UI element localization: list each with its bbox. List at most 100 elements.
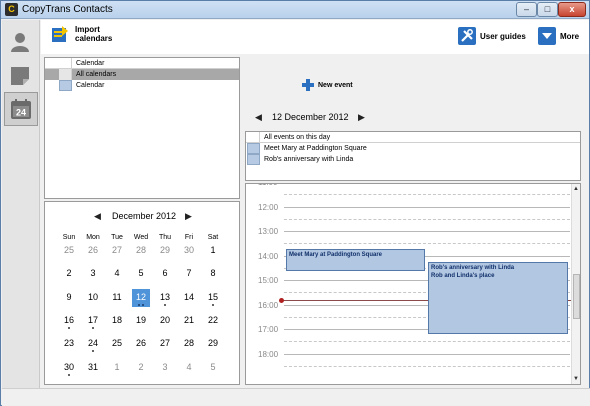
calendar-day[interactable]: 29: [156, 242, 174, 260]
calendar-row-all[interactable]: All calendars: [45, 69, 239, 80]
nav-contacts[interactable]: [4, 26, 38, 60]
calendar-day[interactable]: 11: [108, 289, 126, 307]
tools-icon: [458, 27, 476, 45]
toolbar: Import calendars User guides More: [41, 20, 589, 54]
event-title: Rob's anniversary with Linda: [431, 265, 515, 271]
calendar-day[interactable]: 7: [180, 265, 198, 283]
import-icon: [52, 26, 68, 42]
calendar-day[interactable]: 4: [108, 265, 126, 283]
mini-calendar-prev-button[interactable]: ◀: [94, 211, 101, 222]
calendar-day[interactable]: 26: [132, 335, 150, 353]
scroll-up-arrow[interactable]: ▲: [573, 186, 579, 192]
calendar-day[interactable]: 8: [204, 265, 222, 283]
calendar-icon: 24: [11, 99, 31, 119]
calendar-day[interactable]: 25: [60, 242, 78, 260]
calendar-day[interactable]: 26: [84, 242, 102, 260]
event-title: Meet Mary at Paddington Square: [289, 252, 383, 258]
calendar-day[interactable]: 27: [156, 335, 174, 353]
calendar-day[interactable]: 23: [60, 335, 78, 353]
day-view-scrollbar[interactable]: ▲ ▼: [571, 184, 580, 384]
calendar-day[interactable]: 4: [180, 359, 198, 377]
day-navigation: ◀ 12 December 2012 ▶: [255, 111, 365, 125]
weekday-label: Thu: [158, 234, 172, 241]
mini-calendar-next-button[interactable]: ▶: [185, 211, 192, 222]
event-indicator-dot: [68, 327, 70, 329]
new-event-button[interactable]: New event: [302, 79, 353, 91]
user-guides-button[interactable]: User guides: [458, 27, 526, 45]
status-bar: [2, 388, 590, 406]
event-row-label: Meet Mary at Paddington Square: [264, 145, 367, 152]
nav-calendar[interactable]: 24: [4, 92, 38, 126]
plus-icon: [302, 79, 314, 91]
event-block-robs-anniversary[interactable]: Rob's anniversary with Linda Rob and Lin…: [428, 262, 568, 334]
calendar-day[interactable]: 28: [180, 335, 198, 353]
more-icon: [538, 27, 556, 45]
event-row[interactable]: Meet Mary at Paddington Square: [246, 143, 580, 154]
minimize-button[interactable]: –: [516, 2, 537, 17]
weekday-label: Mon: [86, 234, 100, 241]
calendar-day-selected[interactable]: 12: [132, 289, 150, 307]
calendar-day[interactable]: 5: [132, 265, 150, 283]
calendar-day[interactable]: 28: [132, 242, 150, 260]
calendar-day[interactable]: 27: [108, 242, 126, 260]
calendar-day[interactable]: 5: [204, 359, 222, 377]
event-block-meet-mary[interactable]: Meet Mary at Paddington Square: [286, 249, 425, 271]
calendar-day[interactable]: 25: [108, 335, 126, 353]
next-day-button[interactable]: ▶: [358, 112, 365, 123]
events-header-label: All events on this day: [264, 134, 331, 141]
hour-gridline: [284, 231, 570, 232]
calendars-list: Calendar All calendars Calendar: [44, 57, 240, 199]
calendar-day[interactable]: 29: [204, 335, 222, 353]
calendar-day[interactable]: 19: [132, 312, 150, 330]
calendar-day[interactable]: 18: [108, 312, 126, 330]
event-indicator-dot: [138, 304, 140, 306]
calendar-day[interactable]: 21: [180, 312, 198, 330]
mini-calendar-header: ◀ December 2012 ▶: [45, 210, 241, 224]
calendar-day[interactable]: 9: [60, 289, 78, 307]
hour-label: 15:00: [258, 276, 279, 285]
calendar-day[interactable]: 30: [180, 242, 198, 260]
close-button[interactable]: x: [558, 2, 586, 17]
nav-notes[interactable]: [4, 60, 38, 94]
hour-label: 17:00: [258, 325, 279, 334]
calendar-day[interactable]: 6: [156, 265, 174, 283]
scroll-down-arrow[interactable]: ▼: [573, 376, 579, 382]
event-indicator-dot: [68, 374, 70, 376]
import-label-line1: Import: [75, 25, 100, 34]
calendar-day[interactable]: 1: [204, 242, 222, 260]
title-bar: C CopyTrans Contacts – □ x: [1, 1, 589, 19]
event-row[interactable]: Rob's anniversary with Linda: [246, 154, 580, 165]
event-indicator-dot: [212, 304, 214, 306]
calendar-day[interactable]: 20: [156, 312, 174, 330]
half-hour-gridline: [284, 218, 570, 220]
maximize-button[interactable]: □: [537, 2, 558, 17]
calendar-day[interactable]: 3: [84, 265, 102, 283]
more-button[interactable]: More: [538, 27, 579, 45]
calendar-row-label: All calendars: [76, 71, 117, 78]
calendar-day[interactable]: 22: [204, 312, 222, 330]
prev-day-button[interactable]: ◀: [255, 112, 262, 123]
day-events-list: All events on this day Meet Mary at Padd…: [245, 131, 581, 181]
weekday-label: Tue: [111, 234, 123, 241]
mini-calendar-month: December 2012: [111, 211, 177, 221]
left-navigation: 24: [2, 20, 40, 388]
hour-gridline: [284, 353, 570, 355]
day-view[interactable]: 18:00 17:00 16:00 15:00 14:00 13:00 12:00 11:00…: [245, 183, 581, 385]
calendars-list-header: Calendar: [45, 58, 239, 69]
calendar-day[interactable]: 10: [84, 289, 102, 307]
event-indicator-dot: [92, 327, 94, 329]
calendar-day[interactable]: 3: [156, 359, 174, 377]
calendar-day[interactable]: 31: [84, 359, 102, 377]
weekday-label: Sat: [207, 234, 219, 241]
calendar-day[interactable]: 2: [60, 265, 78, 283]
calendar-day[interactable]: 2: [132, 359, 150, 377]
calendar-day[interactable]: 14: [180, 289, 198, 307]
calendar-icon-number: 24: [16, 108, 26, 118]
import-calendars-button[interactable]: Import calendars: [51, 25, 112, 43]
event-location: Rob and Linda's place: [431, 273, 495, 279]
half-hour-gridline: [284, 243, 570, 245]
calendar-row-calendar[interactable]: Calendar: [45, 80, 239, 91]
calendar-day[interactable]: 1: [108, 359, 126, 377]
app-logo-icon: C: [5, 3, 18, 16]
scroll-thumb[interactable]: [573, 274, 580, 319]
